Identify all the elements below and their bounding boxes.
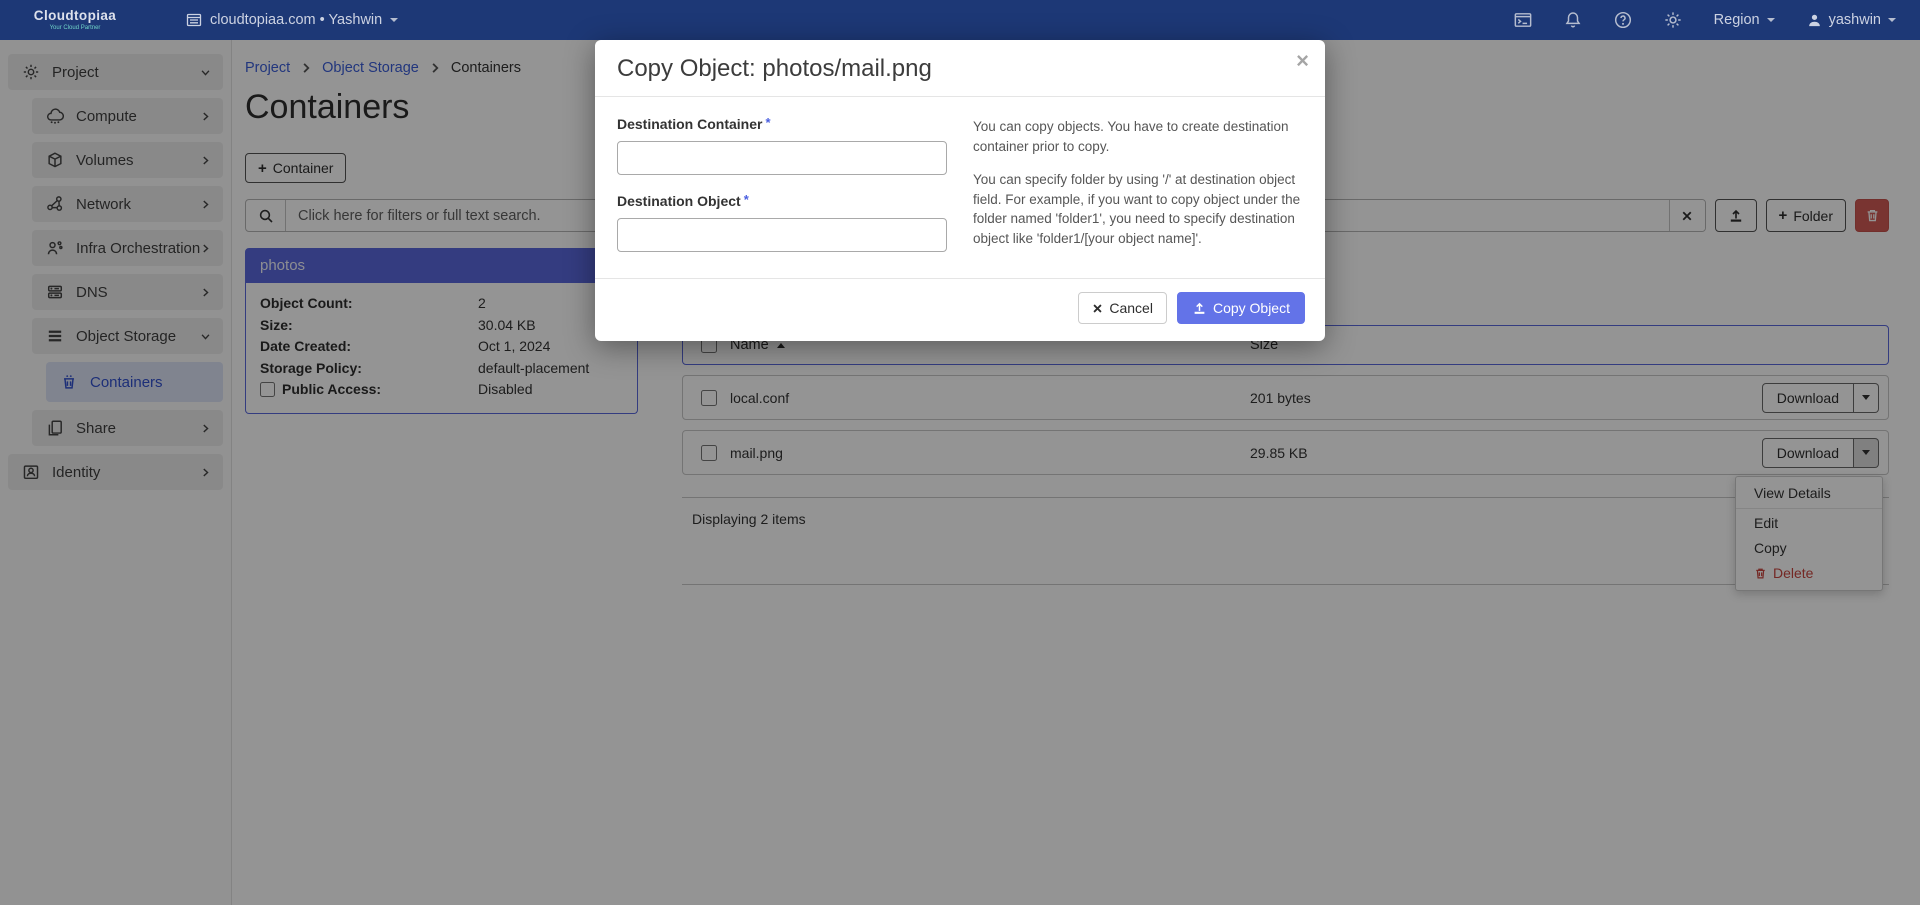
modal-header: Copy Object: photos/mail.png × xyxy=(595,40,1325,97)
chevron-down-icon xyxy=(1888,18,1896,22)
field-label-text: Destination Object xyxy=(617,193,741,209)
cancel-label: Cancel xyxy=(1109,300,1153,316)
modal-body: Destination Container* Destination Objec… xyxy=(595,97,1325,278)
project-switcher-label: cloudtopiaa.com • Yashwin xyxy=(210,12,382,28)
destination-object-label: Destination Object* xyxy=(617,193,749,209)
brand-tagline: Your Cloud Partner xyxy=(0,25,150,31)
chevron-down-icon xyxy=(390,18,398,22)
copy-object-submit-button[interactable]: Copy Object xyxy=(1177,292,1305,324)
required-asterisk: * xyxy=(765,115,770,130)
destination-object-field: Destination Object* xyxy=(617,192,973,252)
top-navbar: Cloudtopiaa Your Cloud Partner cloudtopi… xyxy=(0,0,1920,40)
user-icon xyxy=(1807,13,1822,28)
upload-icon xyxy=(1192,301,1207,316)
modal-form: Destination Container* Destination Objec… xyxy=(617,115,973,252)
console-icon[interactable] xyxy=(1514,11,1532,29)
submit-label: Copy Object xyxy=(1213,300,1290,316)
help-paragraph: You can specify folder by using '/' at d… xyxy=(973,170,1303,248)
cancel-button[interactable]: Cancel xyxy=(1078,292,1167,324)
help-paragraph: You can copy objects. You have to create… xyxy=(973,117,1303,156)
project-switcher[interactable]: cloudtopiaa.com • Yashwin xyxy=(186,12,398,28)
help-icon[interactable] xyxy=(1614,11,1632,29)
destination-container-field: Destination Container* xyxy=(617,115,973,175)
modal-title: Copy Object: photos/mail.png xyxy=(617,55,1303,83)
user-menu[interactable]: yashwin xyxy=(1807,12,1896,28)
x-icon xyxy=(1092,303,1103,314)
modal-footer: Cancel Copy Object xyxy=(595,278,1325,341)
destination-container-label: Destination Container* xyxy=(617,116,771,132)
domain-icon xyxy=(186,12,202,28)
copy-object-modal: Copy Object: photos/mail.png × Destinati… xyxy=(595,40,1325,341)
navbar-right: Region yashwin xyxy=(1514,11,1920,29)
modal-help-text: You can copy objects. You have to create… xyxy=(973,115,1303,252)
field-label-text: Destination Container xyxy=(617,116,762,132)
region-label: Region xyxy=(1714,12,1760,28)
destination-object-input[interactable] xyxy=(617,218,947,252)
brand-logo[interactable]: Cloudtopiaa Your Cloud Partner xyxy=(0,9,150,31)
settings-gear-icon[interactable] xyxy=(1664,11,1682,29)
chevron-down-icon xyxy=(1767,18,1775,22)
brand-name: Cloudtopiaa xyxy=(0,9,150,23)
region-menu[interactable]: Region xyxy=(1714,12,1775,28)
notifications-bell-icon[interactable] xyxy=(1564,11,1582,29)
required-asterisk: * xyxy=(744,192,749,207)
close-icon[interactable]: × xyxy=(1296,50,1309,72)
destination-container-input[interactable] xyxy=(617,141,947,175)
username-label: yashwin xyxy=(1829,12,1881,28)
